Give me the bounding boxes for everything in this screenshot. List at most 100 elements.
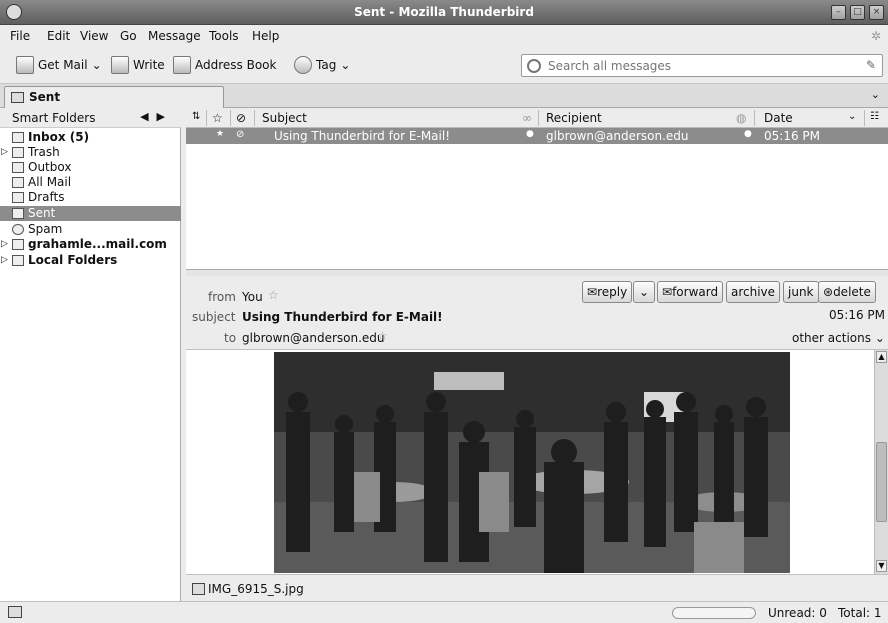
inbox-icon (12, 132, 24, 143)
outbox-icon (12, 162, 24, 173)
reply-dropdown-button[interactable]: ⌄ (633, 281, 656, 303)
write-button[interactable]: Write (111, 56, 165, 74)
message-scrollbar[interactable]: ▲ ▼ (874, 350, 888, 574)
email-account-icon (12, 239, 24, 250)
maximize-button[interactable]: □ (850, 5, 865, 20)
attachment-column-icon[interactable]: ⊘ (236, 111, 246, 125)
tag-dropdown-icon: ⌄ (340, 58, 351, 72)
drafts-icon (12, 192, 24, 203)
folder-view-switch[interactable]: ◀▶ (140, 110, 173, 123)
delete-button[interactable]: ⊛delete (818, 281, 876, 303)
folder-local-folders[interactable]: ▷ Local Folders (0, 253, 181, 268)
folder-view-label: Smart Folders (12, 111, 96, 125)
sort-chevron-icon[interactable]: ⌄ (848, 111, 856, 122)
expand-twisty-icon[interactable]: ▷ (1, 253, 8, 268)
offline-status-icon[interactable] (8, 606, 22, 618)
activity-throbber-icon: ✲ (871, 29, 882, 43)
read-column-icon[interactable]: ∞ (522, 111, 532, 125)
progress-meter (672, 607, 756, 619)
other-actions-button[interactable]: other actions ⌄ (792, 331, 885, 345)
window-title: Sent - Mozilla Thunderbird (354, 5, 534, 19)
subject-label: subject (192, 310, 236, 324)
menu-file[interactable]: File (10, 29, 30, 43)
attachment-name[interactable]: IMG_6915_S.jpg (208, 582, 304, 596)
forward-button[interactable]: ✉forward (657, 281, 724, 303)
toolbar: Get Mail ⌄ Write Address Book Tag ⌄ ✎ (0, 47, 888, 84)
forward-icon: ✉ (662, 285, 673, 299)
scroll-up-icon[interactable]: ▲ (876, 351, 887, 363)
delete-icon: ⊛ (823, 285, 834, 299)
total-count: Total: 1 (838, 606, 882, 620)
folder-drafts[interactable]: Drafts (0, 190, 181, 205)
folder-all-mail[interactable]: All Mail (0, 175, 181, 190)
to-star-icon[interactable]: ☆ (377, 329, 388, 343)
tab-sent[interactable]: Sent (4, 86, 224, 108)
menu-message[interactable]: Message (148, 29, 201, 43)
expand-twisty-icon[interactable]: ▷ (1, 237, 8, 252)
get-mail-icon (16, 56, 34, 74)
folder-account-gmail[interactable]: ▷ grahamle...mail.com (0, 237, 181, 252)
write-icon (111, 56, 129, 74)
folder-pane: Smart Folders ◀▶ Inbox (5) ▷ Trash Outbo… (0, 108, 181, 601)
table-row[interactable]: ★ ⊘ Using Thunderbird for E-Mail! ● glbr… (186, 128, 888, 144)
folder-spam[interactable]: Spam (0, 222, 181, 237)
folder-tab-icon (11, 92, 24, 103)
get-mail-button[interactable]: Get Mail ⌄ (16, 56, 102, 74)
row-subject: Using Thunderbird for E-Mail! (274, 129, 451, 143)
message-time: 05:16 PM (829, 308, 885, 322)
reply-icon: ✉ (587, 285, 598, 299)
star-column-icon[interactable]: ☆ (212, 111, 223, 125)
column-date[interactable]: Date (764, 111, 793, 125)
reply-button[interactable]: ✉reply (582, 281, 633, 303)
tab-label: Sent (29, 90, 61, 104)
menu-tools[interactable]: Tools (209, 29, 239, 43)
folder-outbox[interactable]: Outbox (0, 160, 181, 175)
junk-status-icon[interactable]: ● (744, 129, 752, 139)
menu-go[interactable]: Go (120, 29, 137, 43)
to-value[interactable]: glbrown@anderson.edu (242, 331, 385, 345)
tab-list-dropdown-icon[interactable]: ⌄ (871, 88, 880, 101)
scrollbar-thumb[interactable] (876, 442, 887, 522)
folder-inbox[interactable]: Inbox (5) (0, 130, 181, 145)
row-recipient: glbrown@anderson.edu (546, 129, 689, 143)
column-picker-icon[interactable]: ☷ (870, 111, 879, 122)
from-star-icon[interactable]: ☆ (268, 288, 279, 302)
message-subject: Using Thunderbird for E-Mail! (242, 310, 443, 324)
address-book-button[interactable]: Address Book (173, 56, 276, 74)
minimize-button[interactable]: – (831, 5, 846, 20)
star-icon[interactable]: ★ (216, 129, 224, 139)
thread-column-icon[interactable]: ⇅ (192, 111, 200, 122)
folder-sent[interactable]: Sent (0, 206, 181, 221)
close-button[interactable]: × (869, 5, 884, 20)
all-mail-icon (12, 177, 24, 188)
folder-trash[interactable]: ▷ Trash (0, 145, 181, 160)
message-header: from You ☆ subject Using Thunderbird for… (186, 276, 888, 350)
trash-icon (12, 147, 24, 158)
row-date: 05:16 PM (764, 129, 820, 143)
column-subject[interactable]: Subject (262, 111, 307, 125)
tag-icon (294, 56, 312, 74)
get-mail-dropdown-icon[interactable]: ⌄ (92, 58, 102, 72)
tag-button[interactable]: Tag ⌄ (294, 56, 350, 74)
attachment-icon: ⊘ (236, 129, 245, 140)
junk-column-icon[interactable]: ◍ (736, 111, 746, 125)
other-actions-chevron-icon: ⌄ (874, 331, 885, 345)
from-value[interactable]: You (242, 290, 263, 304)
menu-view[interactable]: View (80, 29, 108, 43)
scroll-down-icon[interactable]: ▼ (876, 560, 887, 572)
menu-help[interactable]: Help (252, 29, 279, 43)
status-bar: Unread: 0 Total: 1 (0, 601, 888, 623)
read-status-icon[interactable]: ● (526, 129, 534, 139)
local-folders-icon (12, 255, 24, 266)
search-clear-icon[interactable]: ✎ (866, 58, 876, 72)
menu-edit[interactable]: Edit (47, 29, 70, 43)
title-bar: Sent - Mozilla Thunderbird – □ × (0, 0, 888, 25)
search-icon[interactable] (527, 59, 541, 73)
archive-button[interactable]: archive (726, 281, 781, 303)
expand-twisty-icon[interactable]: ▷ (1, 145, 8, 160)
unread-count: Unread: 0 (768, 606, 827, 620)
junk-button[interactable]: junk (783, 281, 819, 303)
search-box[interactable]: ✎ (521, 54, 883, 77)
column-recipient[interactable]: Recipient (546, 111, 602, 125)
search-input[interactable] (548, 57, 848, 75)
